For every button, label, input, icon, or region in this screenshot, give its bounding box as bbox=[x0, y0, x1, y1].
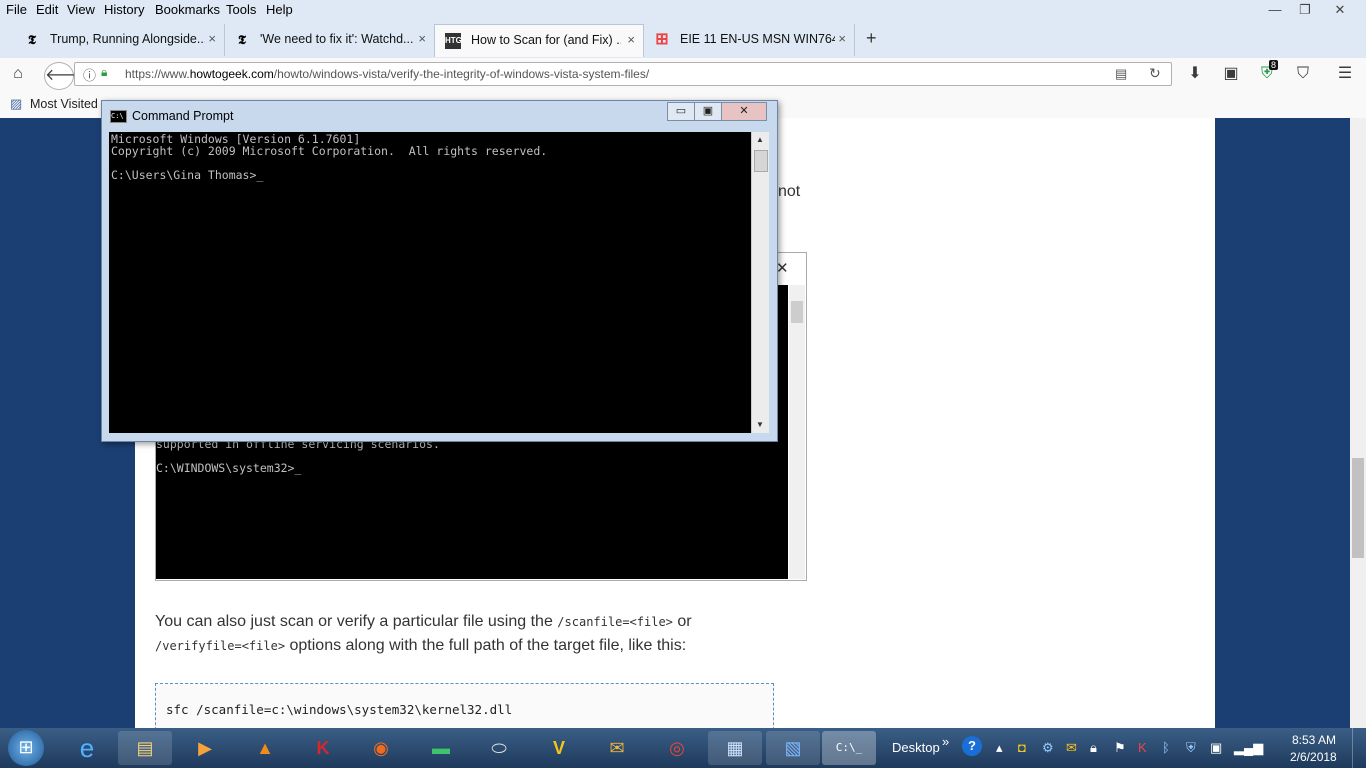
pocket-icon[interactable]: ⛉ bbox=[1292, 64, 1314, 84]
tray-expand-icon[interactable]: ▴ bbox=[996, 740, 1003, 756]
menu-file[interactable]: File bbox=[6, 2, 27, 17]
scanner-icon[interactable]: ⬭ bbox=[472, 731, 526, 765]
tab-bar: 𝕿 Trump, Running Alongside... × 𝕿 'We ne… bbox=[0, 20, 1366, 58]
console-prompt: C:\WINDOWS\system32>_ bbox=[156, 461, 302, 475]
network-tool-icon[interactable]: ▬ bbox=[414, 731, 468, 765]
tab-close-icon[interactable]: × bbox=[418, 31, 426, 46]
menu-bar: File Edit View History Bookmarks Tools H… bbox=[0, 0, 1366, 20]
console-output[interactable]: Microsoft Windows [Version 6.1.7601] Cop… bbox=[109, 132, 751, 433]
menu-edit[interactable]: Edit bbox=[36, 2, 58, 17]
info-icon[interactable]: ⓘ bbox=[83, 65, 96, 84]
lock-icon: 🔒︎ bbox=[101, 65, 108, 79]
menu-tools[interactable]: Tools bbox=[226, 2, 256, 17]
cmd-scrollbar[interactable]: ▲ ▼ bbox=[751, 132, 769, 433]
start-button[interactable]: ⊞ bbox=[8, 730, 44, 766]
cmd-minimize-button[interactable]: ▭ bbox=[667, 102, 695, 121]
kaspersky-icon[interactable]: K bbox=[296, 731, 350, 765]
tab-label: 'We need to fix it': Watchd... bbox=[260, 32, 414, 46]
toolbar-chevron[interactable]: » bbox=[942, 734, 949, 749]
extension-badge: 8 bbox=[1269, 60, 1279, 70]
url-bar[interactable]: ⓘ 🔒︎ https://www.howtogeek.com/howto/win… bbox=[74, 62, 1172, 86]
window-title: Command Prompt bbox=[132, 109, 234, 123]
volume-icon[interactable]: 🔈︎ bbox=[1258, 740, 1266, 756]
article-text-fragment: not bbox=[778, 183, 801, 200]
tab-howtogeek[interactable]: HTG How to Scan for (and Fix) ... × bbox=[434, 24, 644, 57]
mail-tray-icon[interactable]: ✉ bbox=[1066, 740, 1077, 756]
menu-bookmarks[interactable]: Bookmarks bbox=[155, 2, 220, 17]
network-tray-icon[interactable]: ⚙ bbox=[1042, 740, 1054, 756]
most-visited-bookmark[interactable]: Most Visited bbox=[30, 97, 98, 111]
maximize-button[interactable]: ❐ bbox=[1290, 0, 1320, 20]
article-paragraph: You can also just scan or verify a parti… bbox=[155, 613, 692, 654]
tab-close-icon[interactable]: × bbox=[838, 31, 846, 46]
reload-icon[interactable]: ↻ bbox=[1149, 65, 1161, 82]
tab-msn[interactable]: ⊞ EIE 11 EN-US MSN WIN764.... × bbox=[644, 24, 855, 56]
cmd-close-button[interactable]: ✕ bbox=[721, 102, 767, 121]
outlook-icon[interactable]: ✉ bbox=[590, 731, 644, 765]
scroll-thumb[interactable] bbox=[754, 150, 768, 172]
screenshot-scrollbar bbox=[789, 285, 805, 579]
internet-explorer-icon[interactable]: e bbox=[60, 731, 114, 765]
console-line: Copyright (c) 2009 Microsoft Corporation… bbox=[111, 144, 548, 158]
nyt-icon: 𝕿 bbox=[238, 32, 246, 47]
remote-desktop-icon[interactable]: ▦ bbox=[708, 731, 762, 765]
menu-help[interactable]: Help bbox=[266, 2, 293, 17]
cmd-icon: C:\ bbox=[110, 110, 127, 123]
clock-time[interactable]: 8:53 AM bbox=[1292, 733, 1336, 747]
chrome-icon[interactable]: ◎ bbox=[650, 731, 704, 765]
menu-history[interactable]: History bbox=[104, 2, 144, 17]
command-prompt-window[interactable]: C:\ Command Prompt ▭ ▣ ✕ Microsoft Windo… bbox=[101, 100, 778, 442]
tab-close-icon[interactable]: × bbox=[627, 32, 635, 47]
page-scroll-thumb[interactable] bbox=[1352, 458, 1364, 558]
clock-date[interactable]: 2/6/2018 bbox=[1290, 750, 1337, 764]
new-tab-button[interactable]: + bbox=[866, 28, 877, 49]
cmd-maximize-button[interactable]: ▣ bbox=[694, 102, 722, 121]
tab-label: How to Scan for (and Fix) ... bbox=[471, 33, 621, 47]
file-explorer-icon[interactable]: ▤ bbox=[118, 731, 172, 765]
console-prompt: C:\Users\Gina Thomas>_ bbox=[111, 168, 264, 182]
firefox-icon[interactable]: ◉ bbox=[354, 731, 408, 765]
show-desktop-button[interactable] bbox=[1352, 728, 1366, 768]
close-window-button[interactable]: ✕ bbox=[1325, 0, 1355, 20]
back-button[interactable]: 🡐 bbox=[44, 62, 88, 90]
vlc-icon[interactable]: ▲ bbox=[238, 731, 292, 765]
paint-icon[interactable]: ▧ bbox=[766, 731, 820, 765]
flag-icon[interactable]: ⚑ bbox=[1114, 740, 1126, 756]
scroll-up-icon[interactable]: ▲ bbox=[753, 132, 767, 147]
media-player-icon[interactable]: ▶ bbox=[178, 731, 232, 765]
download-icon[interactable]: ⬇ bbox=[1184, 64, 1206, 84]
menu-icon[interactable]: ☰ bbox=[1334, 64, 1356, 84]
bluetooth-icon[interactable]: ᛒ bbox=[1162, 740, 1170, 755]
bookmark-icon: ▨ bbox=[10, 96, 23, 111]
command-prompt-taskbar-icon[interactable]: C:\_ bbox=[822, 731, 876, 765]
menu-view[interactable]: View bbox=[67, 2, 95, 17]
home-icon[interactable]: ⌂ bbox=[7, 64, 29, 84]
tab-trump[interactable]: 𝕿 Trump, Running Alongside... × bbox=[14, 24, 225, 56]
tab-watchdog[interactable]: 𝕿 'We need to fix it': Watchd... × bbox=[224, 24, 435, 56]
office-tray-icon[interactable]: ◘ bbox=[1018, 740, 1026, 755]
minimize-button[interactable]: — bbox=[1260, 0, 1290, 20]
htg-icon: HTG bbox=[445, 33, 462, 49]
kaspersky-tray-icon[interactable]: K bbox=[1138, 740, 1147, 755]
sidebar-icon[interactable]: ▣ bbox=[1220, 64, 1242, 84]
tab-label: EIE 11 EN-US MSN WIN764.... bbox=[680, 32, 835, 46]
nyt-icon: 𝕿 bbox=[28, 32, 36, 47]
scroll-down-icon[interactable]: ▼ bbox=[753, 417, 767, 432]
page-scrollbar[interactable] bbox=[1350, 118, 1366, 728]
windows-logo-icon: ⊞ bbox=[655, 31, 669, 48]
url-text: https://www.howtogeek.com/howto/windows-… bbox=[125, 67, 650, 81]
shield-tray-icon[interactable]: ⛨ bbox=[1186, 740, 1196, 756]
tab-close-icon[interactable]: × bbox=[208, 31, 216, 46]
help-icon[interactable]: ? bbox=[962, 736, 982, 756]
lock-tray-icon[interactable]: 🔒︎ bbox=[1090, 740, 1097, 756]
tab-label: Trump, Running Alongside... bbox=[50, 32, 205, 46]
code-line: sfc /scanfile=c:\windows\system32\kernel… bbox=[166, 702, 513, 717]
norton-icon[interactable]: V bbox=[532, 731, 586, 765]
desktop-toolbar-label[interactable]: Desktop bbox=[892, 740, 940, 755]
reader-view-icon[interactable]: ▤ bbox=[1115, 66, 1127, 82]
device-tray-icon[interactable]: ▣ bbox=[1210, 740, 1222, 756]
taskbar: ⊞ e ▤ ▶ ▲ K ◉ ▬ ⬭ V ✉ ◎ ▦ ▧ C:\_ Desktop… bbox=[0, 728, 1366, 768]
